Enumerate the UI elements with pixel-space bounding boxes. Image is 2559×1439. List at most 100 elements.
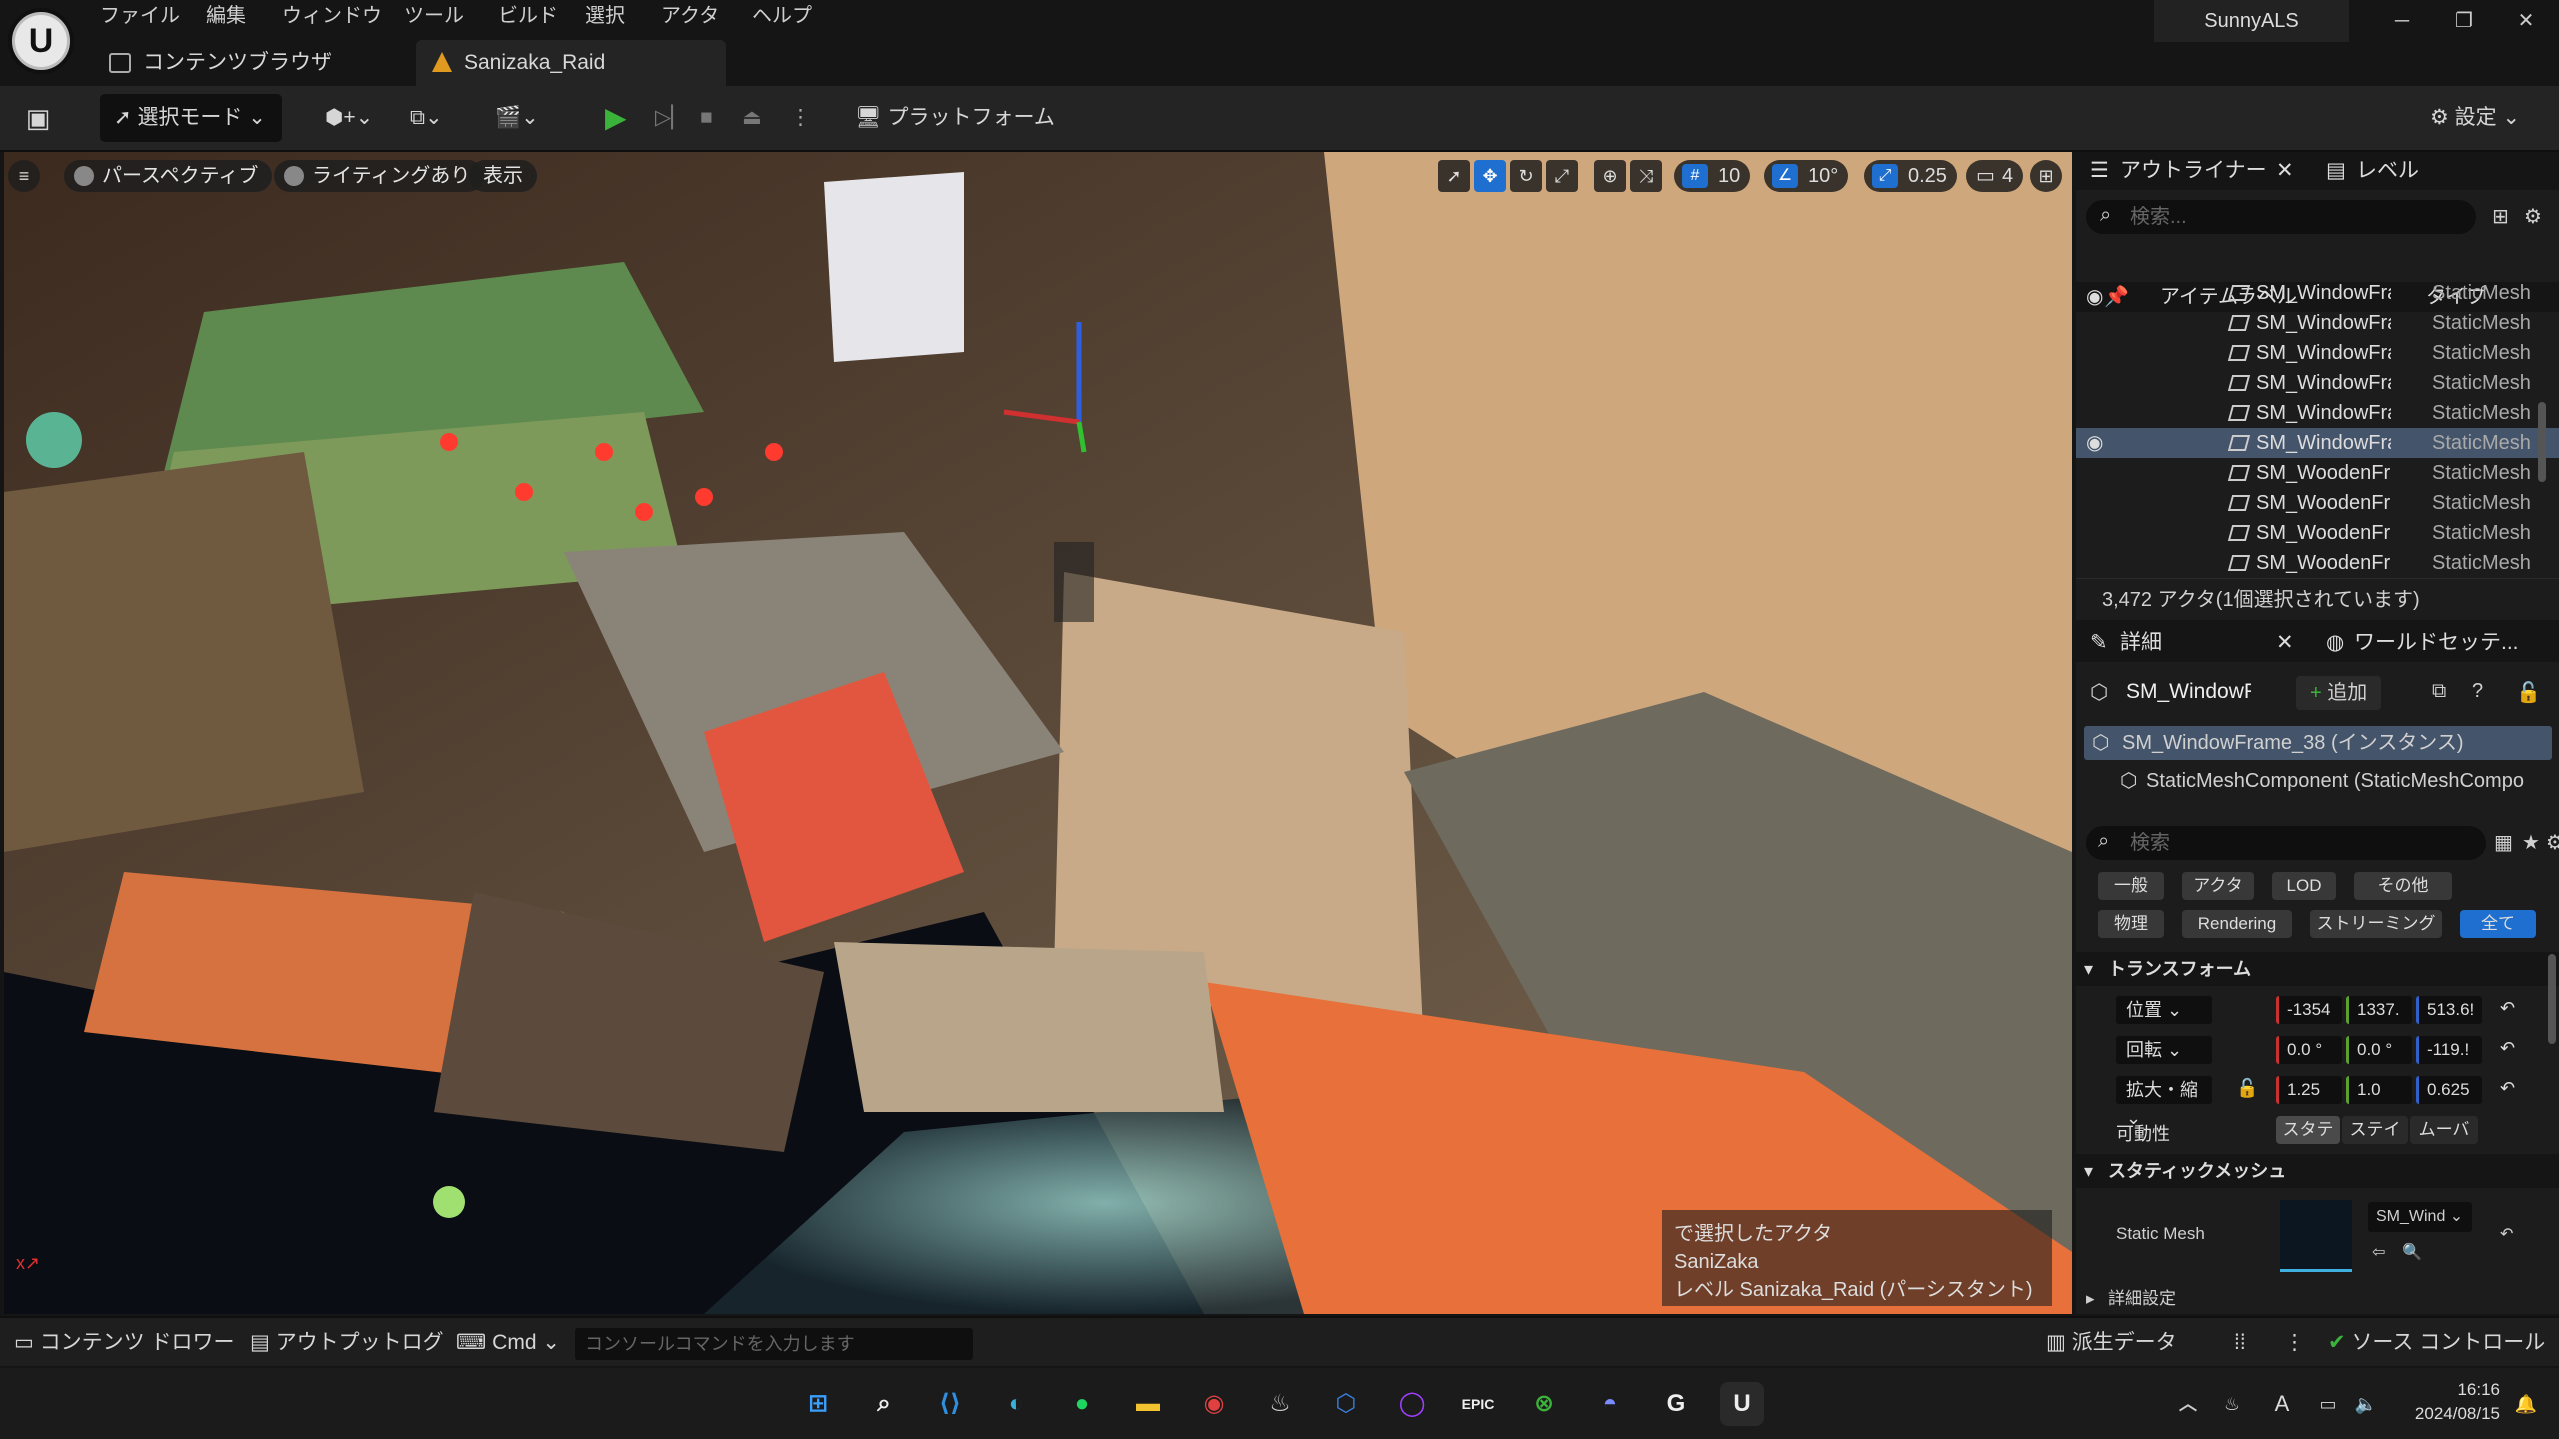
close-icon[interactable]: ✕ bbox=[2496, 0, 2556, 42]
list-item[interactable]: SM_WoodenFra StaticMesh bbox=[2076, 518, 2559, 548]
outliner-settings-icon[interactable]: ⚙ bbox=[2524, 204, 2542, 229]
add-folder-icon[interactable]: ⊞ bbox=[2492, 204, 2509, 229]
clock-time[interactable]: 16:16 bbox=[2400, 1380, 2500, 1400]
menu-window[interactable]: ウィンドウ bbox=[282, 0, 382, 32]
cmd-dropdown[interactable]: ⌨ Cmd ⌄ bbox=[456, 1318, 560, 1368]
help-icon[interactable]: ? bbox=[2472, 680, 2483, 703]
menu-tools[interactable]: ツール bbox=[404, 0, 464, 32]
location-dropdown[interactable]: 位置 ⌄ bbox=[2116, 996, 2212, 1024]
list-item[interactable]: SM_WoodenFra StaticMesh bbox=[2076, 548, 2559, 578]
trace-icon[interactable]: ⁞⁞ bbox=[2234, 1318, 2246, 1368]
file-explorer-icon[interactable]: ▬ bbox=[1126, 1382, 1170, 1426]
stop-icon[interactable]: ■ bbox=[700, 94, 736, 142]
filter-all[interactable]: 全て bbox=[2460, 910, 2536, 938]
eye-icon[interactable]: ◉ bbox=[2086, 428, 2103, 458]
star-icon[interactable]: ★ bbox=[2522, 830, 2540, 855]
instance-item[interactable]: ⬡ SM_WindowFrame_38 (インスタンス) bbox=[2084, 726, 2552, 760]
edge-icon[interactable]: ◐ bbox=[994, 1382, 1038, 1426]
unreal-engine-icon[interactable]: U bbox=[1720, 1382, 1764, 1426]
eject-icon[interactable]: ⏏ bbox=[742, 94, 778, 142]
rotation-x-field[interactable]: 0.0 ° bbox=[2276, 1036, 2342, 1064]
restore-icon[interactable]: ❐ bbox=[2434, 0, 2494, 42]
rotation-snap-toggle[interactable]: ∠ 10° bbox=[1764, 160, 1849, 192]
lock-ratio-icon[interactable]: 🔓 bbox=[2236, 1078, 2258, 1099]
platforms-dropdown[interactable]: 🖥 プラットフォーム ⌄ bbox=[855, 94, 1070, 177]
list-item[interactable]: SM_WindowFra StaticMesh bbox=[2076, 398, 2559, 428]
static-mesh-dropdown[interactable]: SM_Wind ⌄ bbox=[2368, 1202, 2472, 1232]
mesh-thumbnail[interactable] bbox=[2280, 1200, 2352, 1272]
scale-tool-icon[interactable]: ⤢ bbox=[1546, 160, 1578, 192]
menu-actor[interactable]: アクタ bbox=[661, 0, 719, 32]
component-item[interactable]: ⬡ StaticMeshComponent (StaticMeshCompo bbox=[2084, 764, 2559, 798]
browse-icon[interactable]: 🔍 bbox=[2402, 1242, 2422, 1262]
spotify-icon[interactable]: ● bbox=[1060, 1382, 1104, 1426]
list-item[interactable]: SM_WoodenFra StaticMesh bbox=[2076, 458, 2559, 488]
levels-tab[interactable]: レベル bbox=[2356, 152, 2419, 190]
world-settings-tab[interactable]: ワールドセッテ... bbox=[2354, 624, 2554, 662]
lighting-button[interactable]: ライティングあり bbox=[274, 160, 485, 192]
location-y-field[interactable]: 1337. bbox=[2346, 996, 2412, 1024]
static-mesh-section-header[interactable]: ▾ スタティックメッシュ bbox=[2076, 1154, 2559, 1188]
reset-icon[interactable]: ↶ bbox=[2500, 998, 2515, 1019]
ime-indicator[interactable]: A bbox=[2260, 1382, 2304, 1426]
search-icon[interactable]: ⌕ bbox=[862, 1382, 906, 1426]
filter-lod[interactable]: LOD bbox=[2272, 872, 2336, 900]
tab-level[interactable]: Sanizaka_Raid bbox=[416, 40, 726, 86]
step-icon[interactable]: ▷▏ bbox=[655, 94, 691, 142]
discord-icon[interactable]: ◓ bbox=[1588, 1382, 1632, 1426]
details-search-input[interactable]: 検索 bbox=[2086, 826, 2486, 860]
cinematics-icon[interactable]: 🎬⌄ bbox=[495, 94, 555, 142]
use-selected-icon[interactable]: ⇦ bbox=[2372, 1242, 2385, 1262]
more-options-icon[interactable]: ⋮ bbox=[790, 94, 811, 142]
notification-bell-icon[interactable]: 🔔 bbox=[2504, 1382, 2548, 1426]
level-viewport[interactable]: ≡ パースペクティブ ライティングあり 表示 ➚ ✥ ↻ ⤢ ⊕ ⤨ #10 ∠… bbox=[4, 152, 2072, 1314]
blueprint-icon[interactable]: ⧉ bbox=[2432, 680, 2446, 703]
scale-snap-toggle[interactable]: ⤢ 0.25 bbox=[1864, 160, 1957, 192]
list-item[interactable]: SM_WindowFra StaticMesh bbox=[2076, 278, 2559, 308]
status-more-icon[interactable]: ⋮ bbox=[2284, 1318, 2305, 1368]
mobility-static[interactable]: スタテ bbox=[2276, 1116, 2340, 1144]
rotation-dropdown[interactable]: 回転 ⌄ bbox=[2116, 1036, 2212, 1064]
overlay-level[interactable]: レベル Sanizaka_Raid (パーシスタント) ⌄ bbox=[1674, 1276, 2040, 1314]
grid-snap-toggle[interactable]: #10 bbox=[1674, 160, 1751, 192]
output-log-button[interactable]: ▤ アウトプットログ bbox=[250, 1318, 444, 1368]
save-icon[interactable]: ▣ bbox=[16, 94, 60, 142]
translate-tool-icon[interactable]: ✥ bbox=[1474, 160, 1506, 192]
reset-icon[interactable]: ↶ bbox=[2500, 1224, 2513, 1244]
rotation-y-field[interactable]: 0.0 ° bbox=[2346, 1036, 2412, 1064]
filter-general[interactable]: 一般 bbox=[2098, 872, 2164, 900]
location-z-field[interactable]: 513.6! bbox=[2416, 996, 2482, 1024]
list-item-selected[interactable]: ◉ SM_WindowFra StaticMesh bbox=[2076, 428, 2559, 458]
chrome-icon[interactable]: ◉ bbox=[1192, 1382, 1236, 1426]
scale-y-field[interactable]: 1.0 bbox=[2346, 1076, 2412, 1104]
menu-build[interactable]: ビルド bbox=[498, 0, 558, 32]
tray-steam-icon[interactable]: ♨ bbox=[2210, 1382, 2254, 1426]
console-command-input[interactable]: コンソールコマンドを入力します bbox=[575, 1328, 973, 1360]
list-item[interactable]: SM_WindowFra StaticMesh bbox=[2076, 308, 2559, 338]
reset-icon[interactable]: ↶ bbox=[2500, 1038, 2515, 1059]
transform-section-header[interactable]: ▾ トランスフォーム bbox=[2076, 952, 2559, 986]
minimize-icon[interactable]: ─ bbox=[2372, 0, 2432, 42]
reset-icon[interactable]: ↶ bbox=[2500, 1078, 2515, 1099]
scale-x-field[interactable]: 1.25 bbox=[2276, 1076, 2342, 1104]
unreal-logo-icon[interactable]: U bbox=[8, 8, 74, 74]
blueprint-icon[interactable]: ⧉⌄ bbox=[410, 94, 470, 142]
surface-snap-icon[interactable]: ⤨ bbox=[1630, 160, 1662, 192]
menu-help[interactable]: ヘルプ bbox=[752, 0, 812, 32]
world-local-icon[interactable]: ⊕ bbox=[1594, 160, 1626, 192]
add-component-button[interactable]: + 追加 bbox=[2296, 676, 2382, 710]
obs-icon[interactable]: ◯ bbox=[1390, 1382, 1434, 1426]
steam-icon[interactable]: ♨ bbox=[1258, 1382, 1302, 1426]
camera-speed-button[interactable]: ▭ 4 bbox=[1966, 160, 2024, 192]
lock-icon[interactable]: 🔓 bbox=[2516, 680, 2541, 705]
settings-dropdown[interactable]: ⚙ 設定 ⌄ bbox=[2430, 94, 2555, 142]
filter-physics[interactable]: 物理 bbox=[2098, 910, 2164, 938]
play-icon[interactable]: ▶ bbox=[605, 94, 641, 142]
rotate-tool-icon[interactable]: ↻ bbox=[1510, 160, 1542, 192]
bing-icon[interactable]: ⬡ bbox=[1324, 1382, 1368, 1426]
details-scrollbar[interactable] bbox=[2548, 954, 2556, 1044]
mobility-stationary[interactable]: ステイ bbox=[2342, 1116, 2408, 1144]
filter-streaming[interactable]: ストリーミング bbox=[2310, 910, 2442, 938]
filter-misc[interactable]: その他 bbox=[2354, 872, 2452, 900]
tab-content-browser[interactable]: コンテンツブラウザ bbox=[95, 40, 415, 86]
